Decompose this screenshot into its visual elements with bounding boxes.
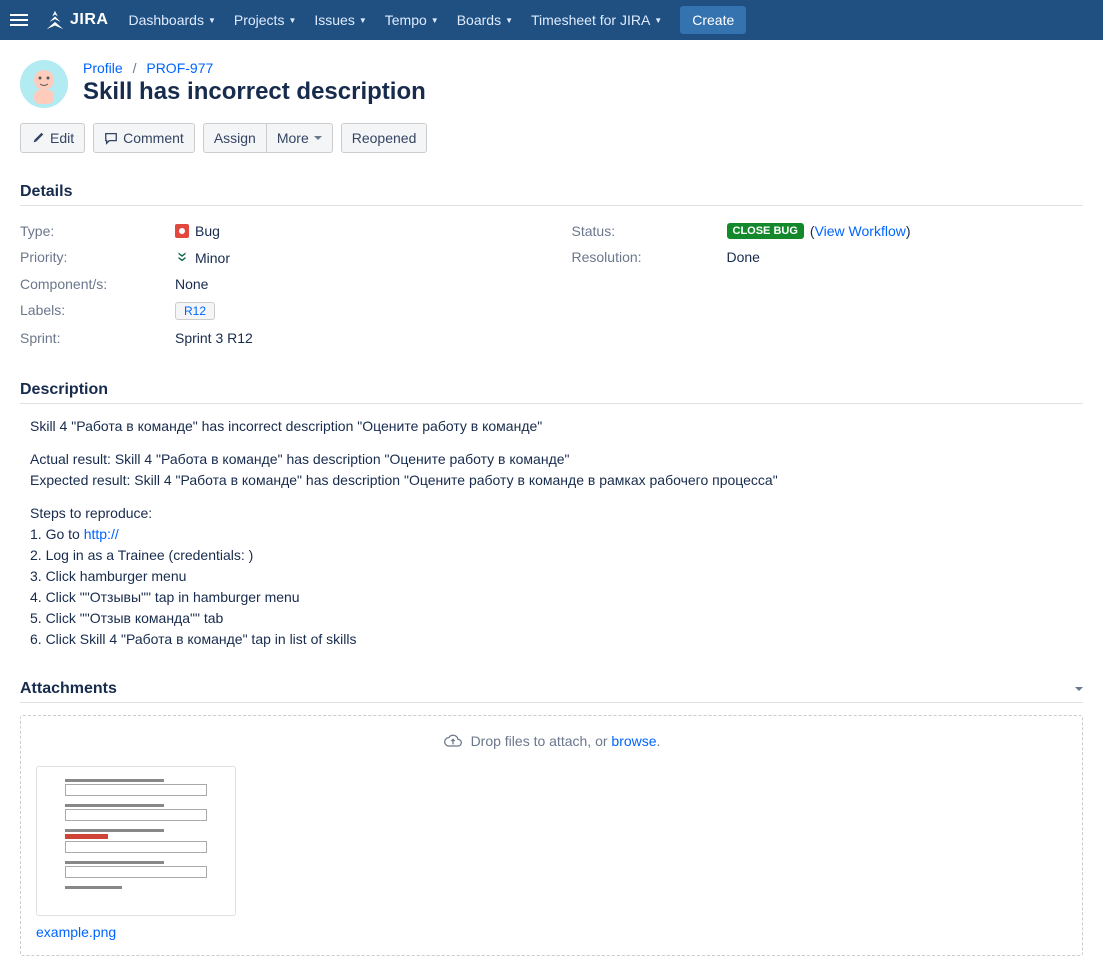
more-button[interactable]: More — [267, 123, 333, 153]
drop-hint: Drop files to attach, or browse. — [36, 731, 1067, 751]
resolution-value: Done — [727, 249, 760, 265]
sprint-label: Sprint: — [20, 330, 175, 346]
components-label: Component/s: — [20, 276, 175, 292]
details-panel: Type: Bug Priority: Minor Component/s: N… — [20, 218, 1083, 351]
breadcrumb-project[interactable]: Profile — [83, 60, 123, 76]
attachments-heading: Attachments — [20, 680, 1083, 703]
issue-header: Profile / PROF-977 Skill has incorrect d… — [20, 60, 1083, 108]
priority-label: Priority: — [20, 249, 175, 266]
nav-tempo[interactable]: Tempo▼ — [385, 12, 439, 28]
nav-dashboards[interactable]: Dashboards▼ — [128, 12, 215, 28]
status-label: Status: — [572, 223, 727, 239]
status-value: CLOSE BUG (View Workflow) — [727, 223, 911, 239]
attachments-menu-icon[interactable] — [1075, 687, 1083, 691]
create-button[interactable]: Create — [680, 6, 746, 34]
nav-boards[interactable]: Boards▼ — [457, 12, 513, 28]
breadcrumb-key[interactable]: PROF-977 — [146, 60, 213, 76]
attachment-filename[interactable]: example.png — [36, 924, 236, 940]
toolbar: Edit Comment Assign More Reopened — [20, 123, 1083, 163]
nav-items: Dashboards▼ Projects▼ Issues▼ Tempo▼ Boa… — [128, 6, 1093, 34]
labels-value: R12 — [175, 302, 215, 320]
browse-link[interactable]: browse — [611, 733, 656, 749]
components-value: None — [175, 276, 208, 292]
nav-issues[interactable]: Issues▼ — [314, 12, 366, 28]
priority-minor-icon — [175, 249, 189, 266]
issue-title: Skill has incorrect description — [83, 78, 426, 106]
edit-button[interactable]: Edit — [20, 123, 85, 153]
type-value: Bug — [175, 223, 220, 239]
details-heading: Details — [20, 183, 1083, 206]
type-label: Type: — [20, 223, 175, 239]
comment-icon — [104, 131, 118, 145]
attachments-dropzone[interactable]: Drop files to attach, or browse. example… — [20, 715, 1083, 956]
sprint-value: Sprint 3 R12 — [175, 330, 253, 346]
bug-icon — [175, 224, 189, 238]
top-navigation: JIRA Dashboards▼ Projects▼ Issues▼ Tempo… — [0, 0, 1103, 40]
reopened-button[interactable]: Reopened — [341, 123, 428, 153]
nav-timesheet[interactable]: Timesheet for JIRA▼ — [531, 12, 662, 28]
assign-button[interactable]: Assign — [203, 123, 267, 153]
jira-logo[interactable]: JIRA — [44, 9, 108, 31]
comment-button[interactable]: Comment — [93, 123, 195, 153]
pencil-icon — [31, 131, 45, 145]
description-body: Skill 4 "Работа в команде" has incorrect… — [20, 416, 1083, 650]
status-badge: CLOSE BUG — [727, 223, 804, 239]
priority-value: Minor — [175, 249, 230, 266]
attachment-item[interactable]: example.png — [36, 766, 236, 940]
step-link[interactable]: http:// — [84, 526, 119, 542]
cloud-upload-icon — [443, 731, 463, 751]
attachment-thumbnail[interactable] — [36, 766, 236, 916]
nav-projects[interactable]: Projects▼ — [234, 12, 297, 28]
breadcrumb: Profile / PROF-977 — [83, 60, 426, 76]
project-avatar[interactable] — [20, 60, 68, 108]
hamburger-icon[interactable] — [10, 8, 34, 32]
labels-label: Labels: — [20, 302, 175, 320]
description-heading: Description — [20, 381, 1083, 404]
view-workflow-link[interactable]: View Workflow — [815, 223, 906, 239]
chevron-down-icon — [314, 136, 322, 140]
resolution-label: Resolution: — [572, 249, 727, 265]
label-tag[interactable]: R12 — [175, 302, 215, 320]
